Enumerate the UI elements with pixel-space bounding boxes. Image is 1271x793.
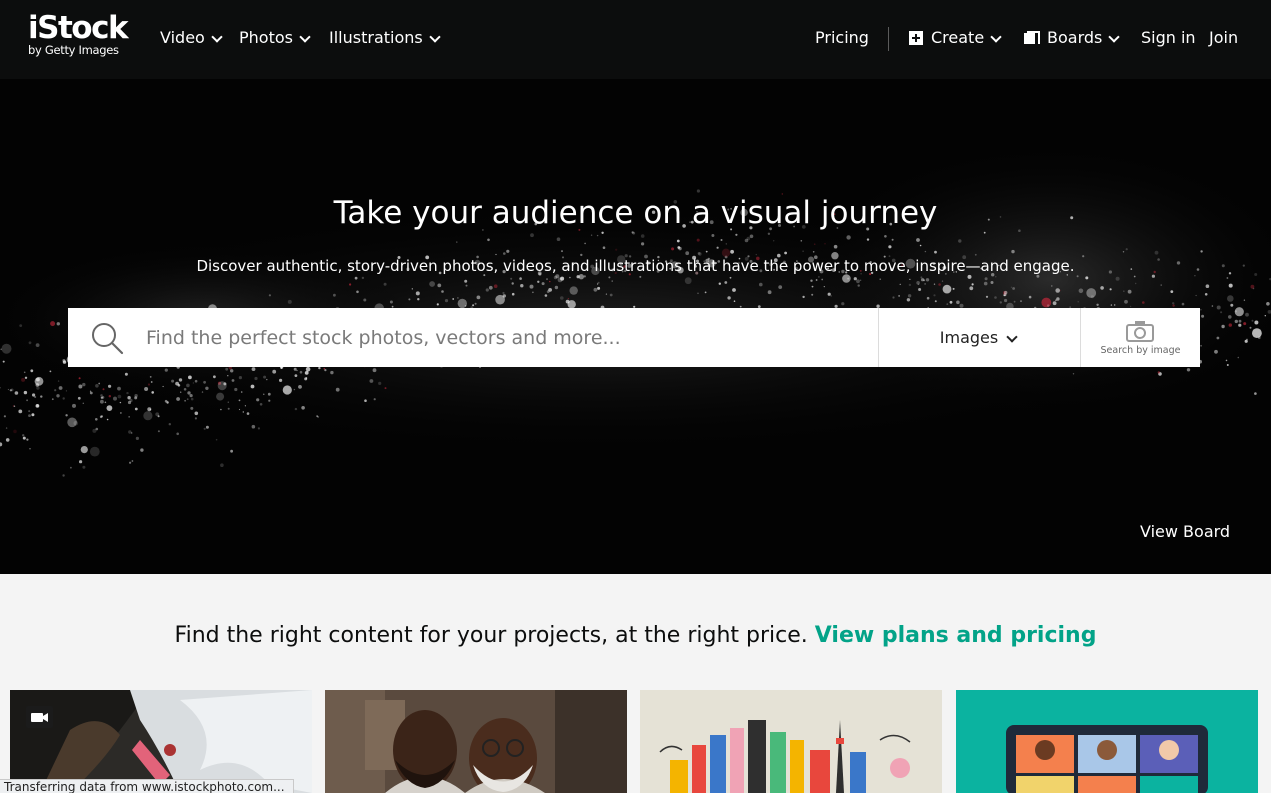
card-kayaker-video[interactable] bbox=[10, 690, 312, 793]
nav-photos-label: Photos bbox=[239, 28, 293, 47]
search-bar: Images Search by image bbox=[68, 308, 1200, 367]
nav-illustrations-label: Illustrations bbox=[329, 28, 423, 47]
hero-title: Take your audience on a visual journey bbox=[333, 195, 938, 231]
chevron-down-icon bbox=[1108, 26, 1121, 50]
chevron-down-icon bbox=[429, 26, 442, 50]
logo-byline: by Getty Images bbox=[28, 43, 119, 57]
kayaker-image bbox=[10, 690, 312, 793]
view-board-link[interactable]: View Board bbox=[1140, 522, 1230, 541]
chevron-down-icon bbox=[299, 26, 312, 50]
nav-video-label: Video bbox=[160, 28, 205, 47]
card-two-men-portrait[interactable] bbox=[325, 690, 627, 793]
nav-create[interactable]: Create bbox=[909, 26, 1003, 50]
nav-photos[interactable]: Photos bbox=[239, 26, 312, 50]
nav-pricing[interactable]: Pricing bbox=[815, 26, 869, 50]
two-men-image bbox=[325, 690, 627, 793]
nav-boards[interactable]: Boards bbox=[1024, 26, 1121, 50]
chevron-down-icon bbox=[990, 26, 1003, 50]
search-input[interactable] bbox=[146, 316, 866, 359]
video-call-image bbox=[956, 690, 1258, 793]
nav-video[interactable]: Video bbox=[160, 26, 224, 50]
create-plus-icon bbox=[909, 31, 923, 45]
search-by-image-button[interactable]: Search by image bbox=[1081, 308, 1200, 367]
card-video-call-illustration[interactable] bbox=[956, 690, 1258, 793]
nav-create-label: Create bbox=[931, 28, 985, 47]
nav-sign-in[interactable]: Sign in bbox=[1141, 26, 1196, 50]
search-icon[interactable] bbox=[90, 321, 124, 355]
pricing-banner: Find the right content for your projects… bbox=[0, 620, 1271, 652]
chevron-down-icon bbox=[211, 26, 224, 50]
nav-join[interactable]: Join bbox=[1209, 26, 1238, 50]
logo-brand: iStock bbox=[28, 10, 129, 46]
card-city-illustration[interactable] bbox=[640, 690, 942, 793]
boards-icon bbox=[1024, 31, 1040, 45]
nav-divider bbox=[888, 27, 889, 51]
top-navigation: iStock by Getty Images Video Photos Illu… bbox=[0, 0, 1271, 79]
browser-status-bar: Transferring data from www.istockphoto.c… bbox=[0, 779, 294, 793]
search-type-dropdown[interactable]: Images bbox=[879, 308, 1080, 367]
chevron-down-icon bbox=[1006, 326, 1019, 350]
search-by-image-label: Search by image bbox=[1100, 345, 1181, 356]
city-illustration-image bbox=[640, 690, 942, 793]
search-type-label: Images bbox=[939, 328, 999, 347]
nav-illustrations[interactable]: Illustrations bbox=[329, 26, 442, 50]
hero-banner: Take your audience on a visual journey D… bbox=[0, 79, 1271, 574]
video-camera-icon bbox=[26, 706, 53, 728]
istock-logo[interactable]: iStock by Getty Images bbox=[28, 10, 129, 57]
pricing-text: Find the right content for your projects… bbox=[174, 623, 808, 648]
nav-boards-label: Boards bbox=[1047, 28, 1103, 47]
camera-icon bbox=[1126, 321, 1154, 342]
hero-subtitle: Discover authentic, story-driven photos,… bbox=[196, 257, 1075, 275]
view-plans-link[interactable]: View plans and pricing bbox=[815, 623, 1097, 648]
